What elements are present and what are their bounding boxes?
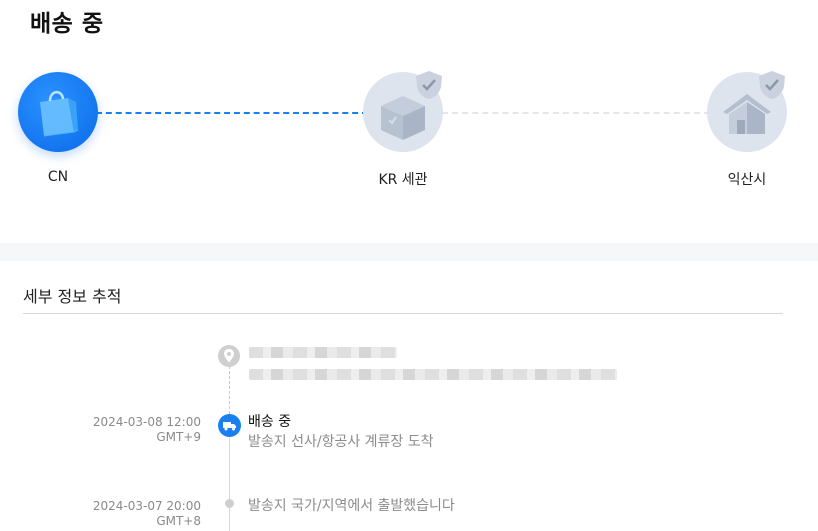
event-timezone: GMT+8: [156, 514, 201, 528]
timeline-connector: [229, 366, 230, 414]
location-pin-icon: [218, 345, 240, 367]
event-description: 발송지 국가/지역에서 출발했습니다: [248, 498, 455, 514]
timeline-connector: [229, 438, 230, 531]
section-divider: [0, 243, 818, 261]
redacted-address-line: [249, 347, 397, 358]
event-datetime: 2024-03-07 20:00: [92, 499, 201, 513]
route-pending-line: [442, 112, 710, 114]
shipping-route: CN KR 세관 익산시: [0, 60, 818, 200]
event-status: 배송 중: [248, 414, 292, 430]
event-timestamp: 2024-03-07 20:00 GMT+8: [51, 499, 201, 529]
dot-icon: [225, 499, 234, 508]
event-timestamp: 2024-03-08 12:00 GMT+9: [51, 415, 201, 445]
route-node-label-destination: 익산시: [727, 172, 767, 188]
event-description: 발송지 선사/항공사 계류장 도착: [248, 434, 434, 450]
route-progress-line: [96, 112, 368, 114]
route-node-label-customs: KR 세관: [378, 172, 428, 188]
event-timezone: GMT+9: [156, 430, 201, 444]
tracking-details-title: 세부 정보 추적: [23, 287, 122, 306]
redacted-address-line: [249, 369, 617, 380]
divider: [23, 313, 783, 314]
event-datetime: 2024-03-08 12:00: [92, 415, 201, 429]
shopping-bag-icon: [40, 90, 79, 137]
route-node-origin: [18, 72, 98, 152]
truck-icon: [218, 414, 241, 437]
page-title: 배송 중: [30, 11, 104, 37]
shield-check-icon: [759, 71, 785, 99]
shield-check-icon: [416, 71, 442, 99]
route-node-label-origin: CN: [47, 169, 69, 185]
